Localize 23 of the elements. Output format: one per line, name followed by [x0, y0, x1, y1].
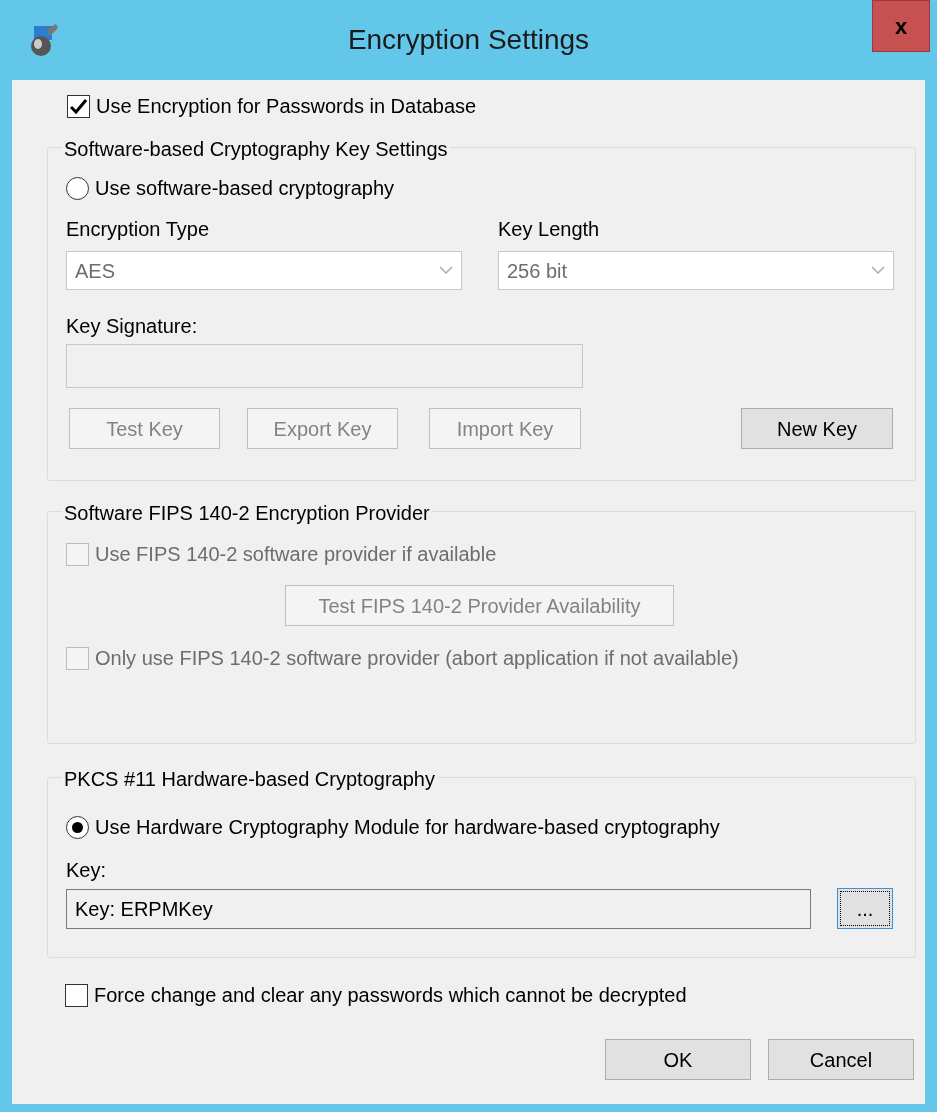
field-label: Encryption Type: [66, 217, 211, 241]
checkbox-label: Use Encryption for Passwords in Database: [96, 94, 477, 118]
radio-label: Use software-based cryptography: [95, 176, 395, 200]
checkbox-label: Only use FIPS 140-2 software provider (abort application if not available): [95, 646, 739, 670]
dialog-button[interactable]: Cancel: [768, 1039, 914, 1080]
checkbox-label: Use FIPS 140-2 software provider if available: [95, 542, 497, 566]
checkbox[interactable]: [65, 983, 88, 1007]
radio-label: Use Hardware Cryptography Module for hardware-based cryptography: [95, 815, 720, 839]
close-button[interactable]: x: [872, 0, 930, 52]
checkbox[interactable]: [67, 94, 90, 118]
dialog-button[interactable]: OK: [605, 1039, 751, 1080]
key-action-button[interactable]: New Key: [741, 408, 893, 449]
field-label: Key Signature:: [66, 314, 199, 338]
field-label: Key Length: [498, 217, 601, 241]
chevron-down-icon: [439, 266, 453, 275]
checkbox-label: Force change and clear any passwords which cannot be decrypted: [94, 983, 687, 1007]
radio-button[interactable]: [66, 815, 89, 839]
field-label: Key:: [66, 858, 108, 882]
key-field[interactable]: Key: ERPMKey: [66, 888, 811, 929]
radio-button[interactable]: [66, 176, 89, 200]
window-title: Encryption Settings: [347, 23, 590, 57]
browse-button[interactable]: ...: [837, 888, 893, 929]
chevron-down-icon: [871, 266, 885, 275]
